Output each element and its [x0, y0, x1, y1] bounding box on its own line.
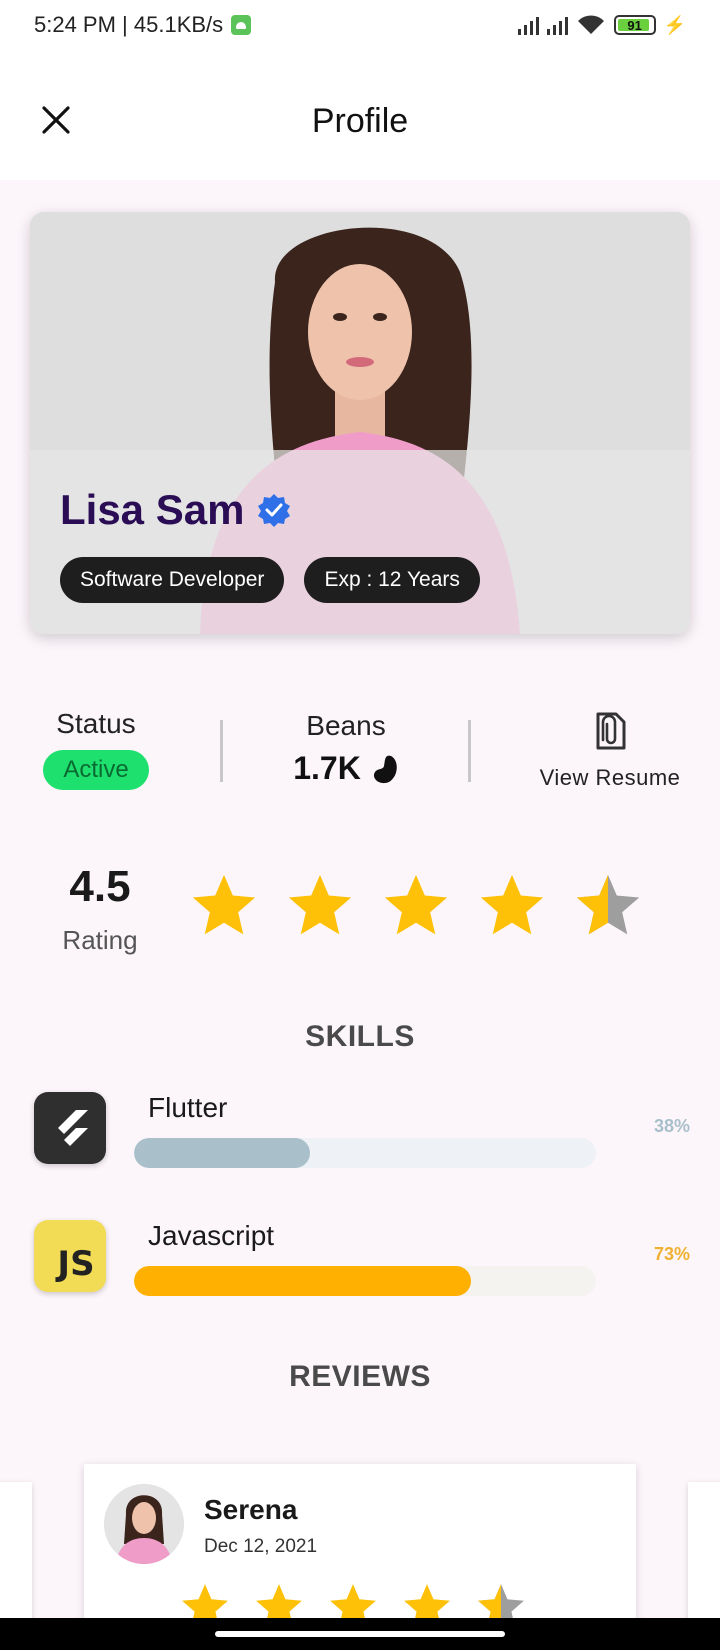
charging-icon: ⚡ — [663, 14, 686, 35]
bean-icon — [373, 755, 397, 783]
signal-icon — [517, 15, 539, 35]
javascript-icon: JS — [34, 1220, 106, 1292]
review-card-next[interactable] — [688, 1482, 720, 1622]
profile-name: Lisa Sam — [60, 486, 292, 534]
view-resume-button[interactable]: View Resume — [530, 710, 690, 791]
review-card[interactable]: Serena Dec 12, 2021 — [84, 1464, 636, 1628]
page-title: Profile — [311, 102, 409, 140]
status-stat: Status Active — [36, 708, 156, 790]
status-time: 5:24 PM | 45.1KB/s — [34, 12, 224, 37]
skill-name: Flutter — [148, 1092, 228, 1123]
rating-label: Rating — [62, 925, 138, 955]
skill-name: Javascript — [148, 1220, 275, 1251]
divider — [220, 720, 223, 782]
reviews-title: REVIEWS — [289, 1360, 431, 1393]
review-date: Dec 12, 2021 — [204, 1536, 318, 1557]
status-right: 91 ⚡ — [517, 14, 686, 36]
star-half-icon — [576, 874, 640, 935]
skill-percent: 73% — [653, 1244, 690, 1264]
card-info-overlay — [30, 450, 690, 634]
app-bar: Profile — [0, 50, 720, 180]
reviewer-name: Serena — [204, 1494, 298, 1525]
home-indicator[interactable] — [215, 1631, 505, 1637]
signal-icon-2 — [546, 15, 568, 35]
review-card-prev[interactable] — [0, 1482, 32, 1622]
reviewer-avatar — [104, 1484, 184, 1564]
android-notification-icon — [231, 15, 252, 35]
flutter-icon — [34, 1092, 106, 1164]
profile-card: Lisa Sam Software Developer Exp : 12 Yea… — [30, 212, 690, 634]
beans-count: 1.7K — [293, 750, 361, 786]
profile-name-text: Lisa Sam — [60, 486, 245, 533]
view-resume-label: View Resume — [539, 765, 681, 790]
beans-label: Beans — [306, 710, 386, 741]
chip-experience: Exp : 12 Years — [304, 557, 480, 603]
divider — [468, 720, 471, 782]
star-icon — [288, 874, 352, 935]
skill-row-javascript: JS Javascript 73% — [0, 1220, 720, 1310]
skill-progress-track — [134, 1138, 596, 1168]
wifi-icon — [577, 15, 604, 34]
star-icon — [192, 874, 256, 935]
skill-progress-fill — [134, 1266, 472, 1296]
rating-block: 4.5 Rating — [0, 860, 720, 970]
skill-progress-fill — [134, 1138, 310, 1168]
rating-stars — [190, 872, 642, 940]
verified-badge-icon — [258, 494, 291, 527]
status-bar: 5:24 PM | 45.1KB/s 91 ⚡ — [0, 0, 720, 50]
battery-level: 91 — [627, 17, 642, 33]
profile-chips: Software Developer Exp : 12 Years — [60, 557, 480, 603]
status-left: 5:24 PM | 45.1KB/s — [34, 12, 252, 38]
skill-percent: 38% — [653, 1116, 690, 1136]
stats-row: Status Active Beans 1.7K View Resume — [0, 700, 720, 810]
battery-icon: 91 — [613, 15, 656, 35]
attachment-file-icon — [596, 712, 626, 750]
beans-stat: Beans 1.7K — [266, 710, 426, 787]
chip-role: Software Developer — [60, 557, 285, 603]
star-icon — [480, 874, 544, 935]
star-icon — [384, 874, 448, 935]
rating-value: 4.5 — [69, 862, 131, 911]
status-badge: Active — [43, 750, 149, 790]
skill-row-flutter: Flutter 38% — [0, 1092, 720, 1182]
beans-value: 1.7K — [266, 750, 426, 787]
status-label: Status — [56, 708, 136, 739]
skills-title: SKILLS — [305, 1020, 415, 1053]
system-nav-bar — [0, 1618, 720, 1650]
skill-progress-track — [134, 1266, 596, 1296]
reviews-carousel[interactable]: Serena Dec 12, 2021 — [0, 1460, 720, 1628]
